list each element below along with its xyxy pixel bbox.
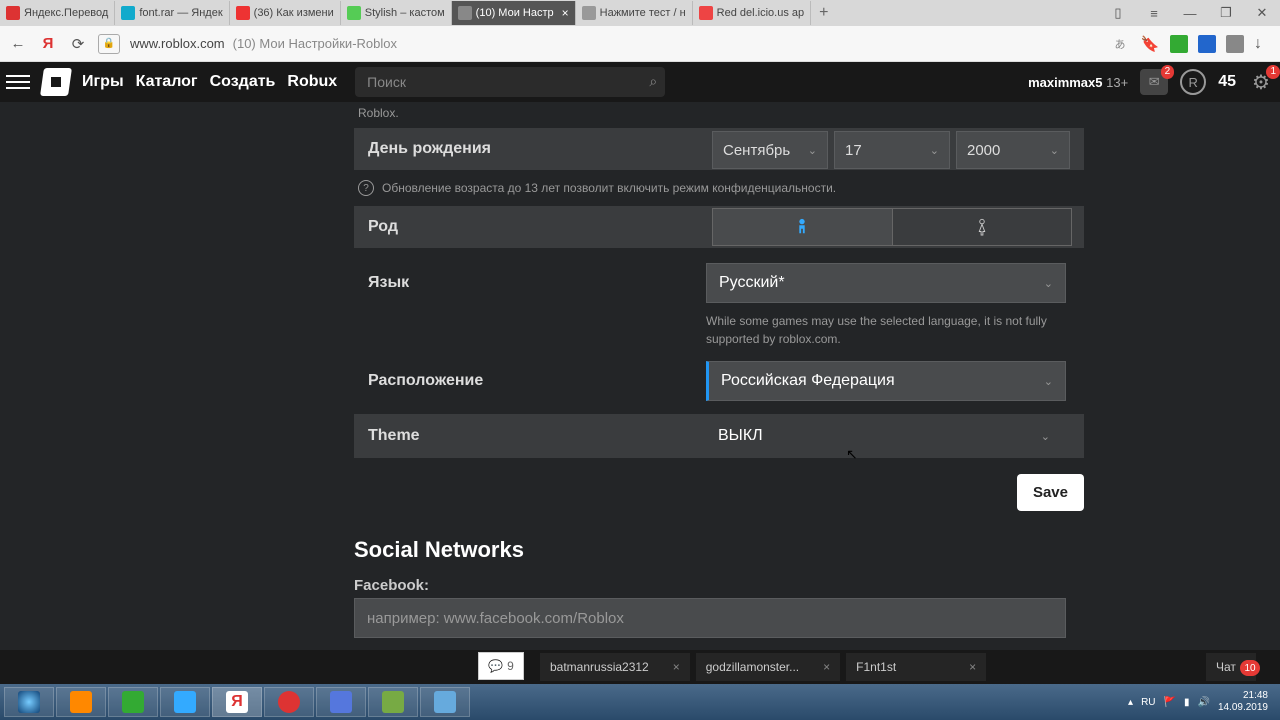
tab[interactable]: Яндекс.Перевод [0,1,115,25]
tab[interactable]: Нажмите тест / н [576,1,693,25]
chevron-down-icon: ⌄ [1044,375,1053,388]
birthday-label: День рождения [354,128,712,170]
close-icon[interactable]: × [562,6,569,20]
nav-games[interactable]: Игры [82,73,124,91]
taskbar-app[interactable] [108,687,158,717]
taskbar-app[interactable]: Я [212,687,262,717]
search-input[interactable] [355,67,665,97]
ext-icon[interactable] [1198,35,1216,53]
roblox-logo-icon[interactable] [40,68,72,96]
language-select[interactable]: Русский*⌄ [706,263,1066,303]
nav-create[interactable]: Создать [210,73,276,91]
gender-female-button[interactable] [892,209,1072,245]
birthday-month-select[interactable]: Сентябрь⌄ [712,131,828,169]
settings-button[interactable]: ⚙ 1 [1248,69,1274,95]
username-label[interactable]: maximmax5 13+ [1028,75,1128,90]
url-title: (10) Мои Настройки-Roblox [233,36,397,51]
chat-tab[interactable]: godzillamonster...× [696,653,840,681]
male-icon [795,218,809,236]
reload-button[interactable]: ⟳ [68,34,88,54]
minimize-icon[interactable]: — [1172,0,1208,26]
gender-male-button[interactable] [713,209,892,245]
site-info-icon[interactable]: 🔒 [98,34,120,54]
messages-button[interactable]: ✉ 2 [1140,69,1168,95]
location-select[interactable]: Российская Федерация⌄ [706,361,1066,401]
chat-tab[interactable]: batmanrussia2312× [540,653,690,681]
language-label: Язык [354,262,706,304]
browser-tabs: Яндекс.Перевод font.rar — Яндек (36) Как… [0,0,1280,26]
chat-tab[interactable]: F1nt1st× [846,653,986,681]
tray-up-icon[interactable]: ▴ [1128,697,1133,708]
page-content: Roblox. День рождения Сентябрь⌄ 17⌄ 2000… [0,102,1280,684]
tab[interactable]: font.rar — Яндек [115,1,229,25]
location-label: Расположение [354,360,706,402]
facebook-input[interactable] [354,598,1066,638]
roblox-topbar: Игры Каталог Создать Robux ⌕ maximmax5 1… [0,62,1280,102]
bookmark-icon[interactable]: 🔖 [1140,34,1160,54]
remnant-text: Roblox. [358,106,1084,120]
chat-popup[interactable]: 💬 9 [478,652,524,680]
tray-clock[interactable]: 21:48 14.09.2019 [1218,690,1268,714]
nav-robux[interactable]: Robux [287,73,337,91]
tab-active[interactable]: (10) Мои Настр× [452,1,576,25]
female-icon [975,218,989,236]
save-button[interactable]: Save [1017,474,1084,511]
sidebar-toggle-icon[interactable]: ▯ [1100,0,1136,26]
yandex-button[interactable]: Я [38,34,58,54]
social-heading: Social Networks [354,537,1084,563]
url-host: www.roblox.com [130,36,225,51]
chat-bar: 💬 9 batmanrussia2312× godzillamonster...… [0,650,1280,684]
download-icon[interactable]: ↓ [1254,35,1272,53]
birthday-year-select[interactable]: 2000⌄ [956,131,1070,169]
chat-count-badge: 10 [1240,660,1260,676]
facebook-label: Facebook: [354,577,1084,594]
tab[interactable]: Red del.icio.us ap [693,1,811,25]
close-icon[interactable]: × [673,660,680,674]
robux-icon[interactable]: R [1180,69,1206,95]
language-note: While some games may use the selected la… [706,312,1066,348]
birthday-info: Обновление возраста до 13 лет позволит в… [382,181,836,195]
close-icon[interactable]: × [969,660,976,674]
ext-icon[interactable] [1170,35,1188,53]
tab[interactable]: (36) Как измени [230,1,341,25]
tab[interactable]: Stylish – кастом [341,1,452,25]
birthday-day-select[interactable]: 17⌄ [834,131,950,169]
theme-label: Theme [354,427,706,445]
taskbar-app[interactable] [56,687,106,717]
maximize-icon[interactable]: ❐ [1208,0,1244,26]
taskbar-app[interactable] [316,687,366,717]
menu-icon[interactable]: ≡ [1136,0,1172,26]
tray-network-icon[interactable]: ▮ [1184,697,1190,708]
info-icon: ? [358,180,374,196]
tray-sound-icon[interactable]: 🔊 [1197,697,1209,708]
taskbar-app[interactable] [368,687,418,717]
back-button[interactable]: ← [8,34,28,54]
url-field[interactable]: www.roblox.com (10) Мои Настройки-Roblox [130,36,1100,51]
theme-select[interactable]: ВЫКЛ⌄ [706,416,1062,456]
ext-icon[interactable] [1226,35,1244,53]
taskbar-app[interactable] [264,687,314,717]
robux-count: 45 [1218,73,1236,91]
new-tab-button[interactable]: + [811,4,836,22]
chevron-down-icon: ⌄ [1044,277,1053,290]
chevron-down-icon: ⌄ [1050,144,1059,157]
close-window-icon[interactable]: ✕ [1244,0,1280,26]
start-button[interactable] [4,687,54,717]
tray-flag-icon[interactable]: 🚩 [1164,697,1176,708]
nav-catalog[interactable]: Каталог [136,73,198,91]
chevron-down-icon: ⌄ [1041,430,1050,443]
windows-taskbar: Я ▴ RU 🚩 ▮ 🔊 21:48 14.09.2019 [0,684,1280,720]
chevron-down-icon: ⌄ [930,144,939,157]
taskbar-app[interactable] [160,687,210,717]
search-icon[interactable]: ⌕ [649,73,657,90]
chevron-down-icon: ⌄ [808,144,817,157]
extensions: ↓ [1170,35,1272,53]
taskbar-app[interactable] [420,687,470,717]
gender-label: Род [354,206,712,248]
menu-button[interactable] [6,75,30,89]
tray-lang[interactable]: RU [1141,697,1155,708]
translate-icon[interactable]: あ [1110,34,1130,54]
close-icon[interactable]: × [823,660,830,674]
address-bar: ← Я ⟳ 🔒 www.roblox.com (10) Мои Настройк… [0,26,1280,62]
